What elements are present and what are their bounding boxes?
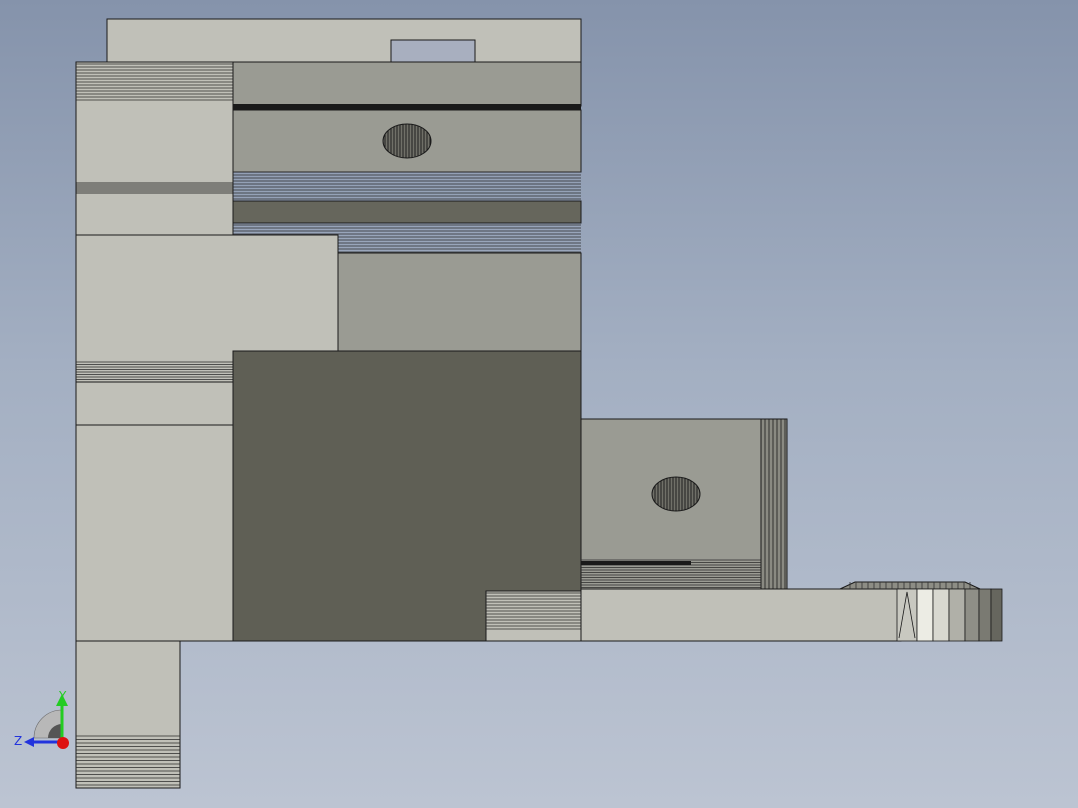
end-cap-band [990,588,1003,642]
right-bracket-hole [651,476,701,512]
left-column-upper [75,381,234,426]
end-cap-band [916,588,934,642]
right-base-plate [580,588,902,642]
top-cap-plate [106,18,582,63]
end-cap-band [948,588,966,642]
main-body-dark-band [232,200,582,224]
x-axis-dot [57,737,69,749]
left-leg [75,640,181,789]
main-body-hole [382,123,432,159]
cad-model-drawing[interactable] [0,0,1078,808]
bottom-center-block [485,590,582,642]
z-axis-arrow [24,737,34,747]
3d-model-viewport[interactable]: Y Z [0,0,1078,808]
right-bracket-groove [581,561,691,565]
right-base-chamfer-lines [849,582,971,589]
left-leg-bevel-lines [76,735,180,786]
z-axis-label: Z [14,734,22,748]
axis-triad: Y Z [14,689,69,749]
y-axis-label: Y [58,689,67,703]
end-cap-band [964,588,980,642]
top-cap-slot [390,39,476,63]
main-body-bevel-lines-1 [233,171,581,200]
main-body-upper-face [232,61,582,107]
main-body-lower-face [337,252,582,352]
left-column-lower [75,424,234,642]
end-cap-band [932,588,950,642]
end-cap-band [978,588,992,642]
right-base-end-cap [896,588,1003,642]
main-body-groove [233,104,581,110]
